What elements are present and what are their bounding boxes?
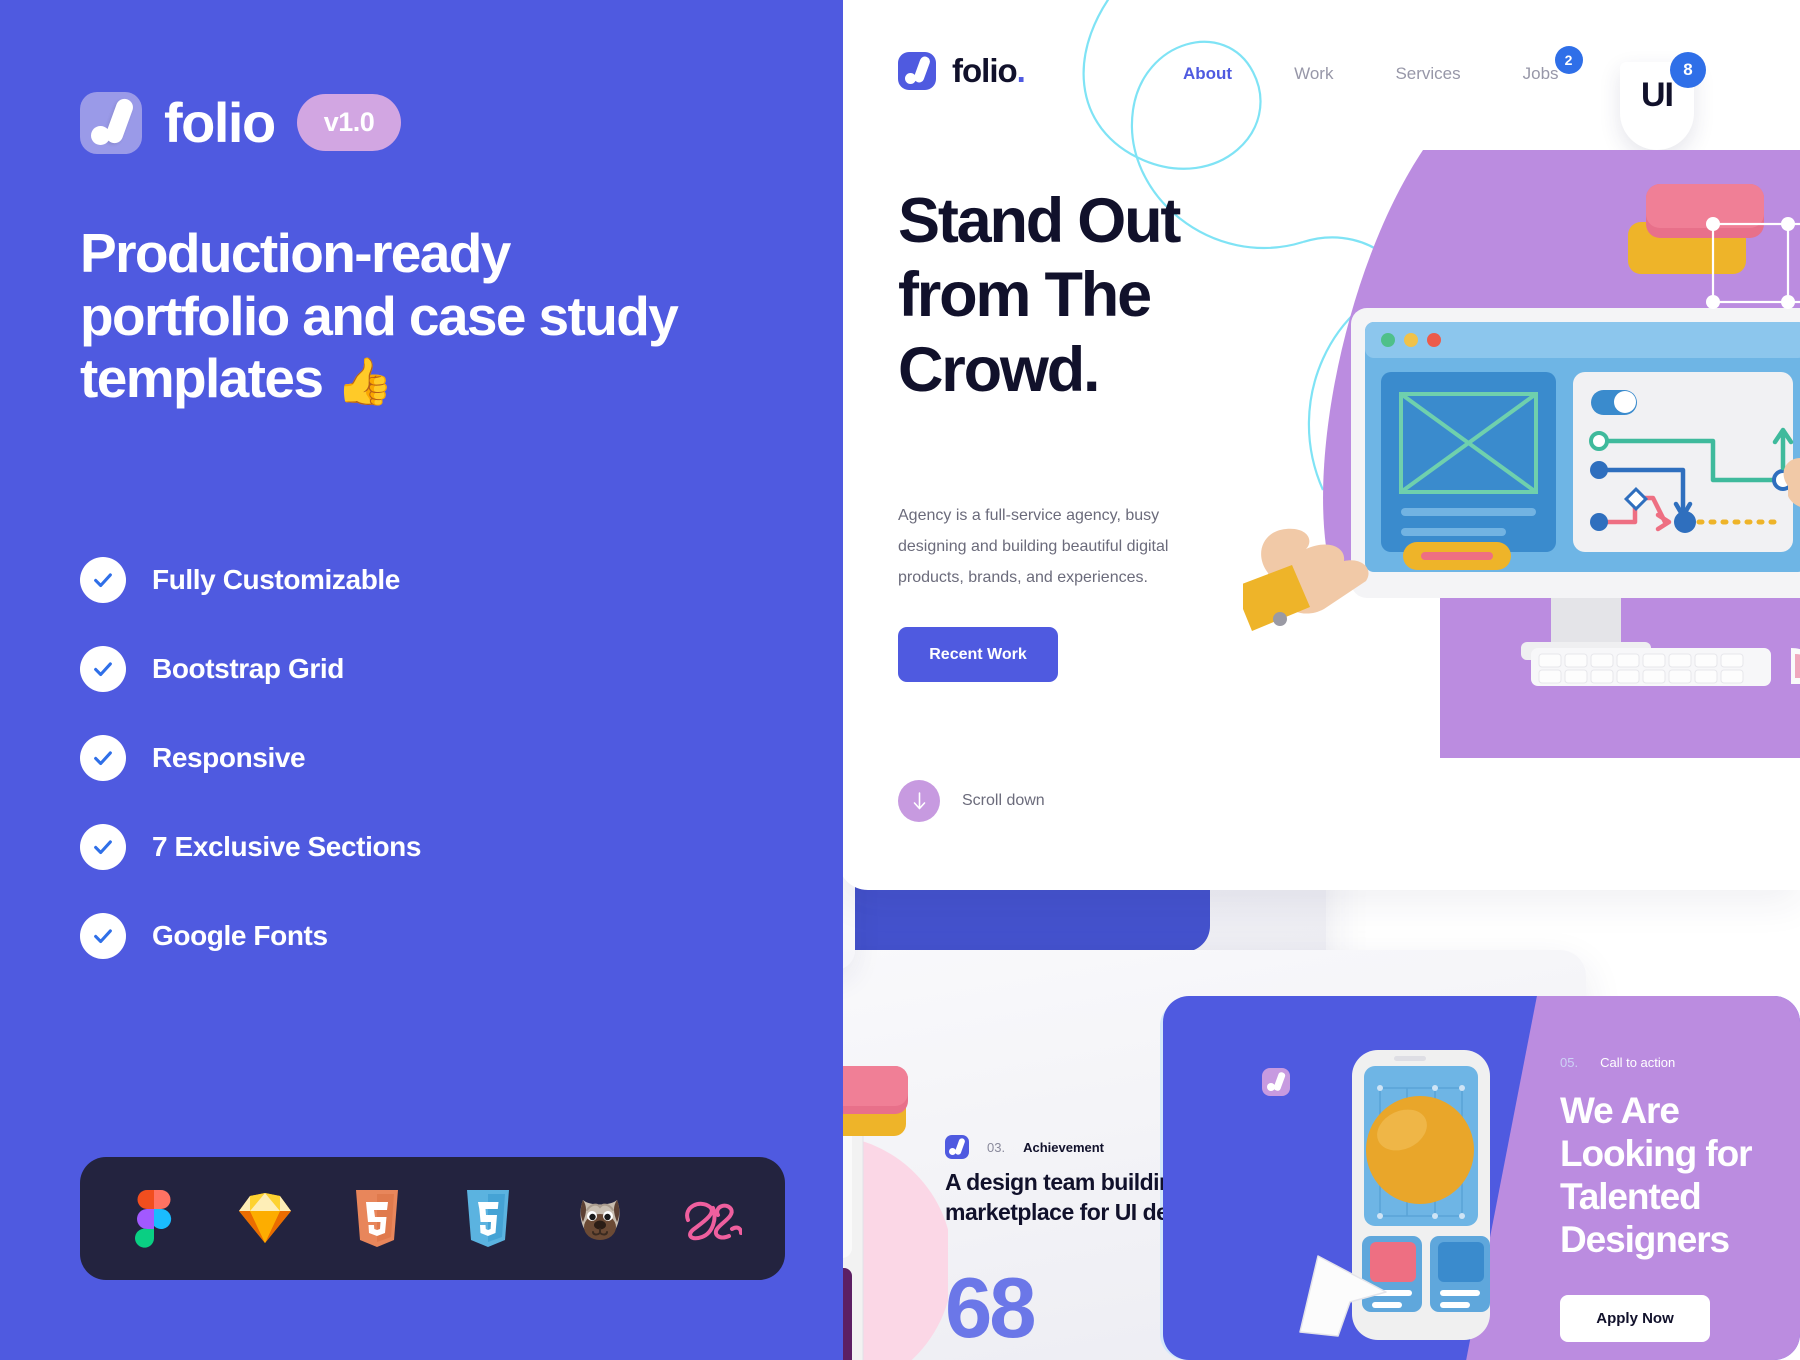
desktop-3d-illustration — [1243, 150, 1800, 686]
section-name: Achievement — [1023, 1139, 1104, 1155]
nav-item-services[interactable]: Services — [1395, 64, 1460, 84]
feature-label: 7 Exclusive Sections — [152, 830, 422, 862]
folio-mark-icon — [1262, 1068, 1290, 1096]
brand-wordmark: folio. — [952, 52, 1026, 89]
hero-panel: folio. About Work Services Jobs 2 UI 8 S… — [838, 0, 1800, 890]
showcase-canvas: 02. What We Do We Ma Lead a Strategy — [0, 0, 1800, 1360]
section-number: 03. — [987, 1139, 1006, 1155]
sass-icon — [680, 1188, 743, 1250]
recent-work-button[interactable]: Recent Work — [898, 627, 1058, 682]
sketch-icon — [234, 1188, 296, 1250]
nav-link-label: Jobs — [1522, 64, 1559, 83]
nav-item-jobs[interactable]: Jobs 2 — [1522, 46, 1583, 84]
phone-cursor-illustration — [1299, 1050, 1490, 1340]
nav-item-work[interactable]: Work — [1294, 64, 1333, 84]
achievement-heading: A design team building a d marketplace f… — [945, 1168, 1175, 1228]
check-icon — [80, 556, 126, 603]
ui-shield-label: UI — [1641, 76, 1674, 114]
feature-label: Responsive — [152, 741, 306, 773]
promo-wordmark: folio — [164, 91, 276, 154]
figma-icon — [123, 1188, 185, 1250]
feature-label: Bootstrap Grid — [152, 652, 344, 684]
feature-list: Fully Customizable Bootstrap Grid Respon… — [80, 535, 421, 980]
cta-heading: We Are Looking for Talented Designers — [1560, 1090, 1800, 1262]
feature-item: 7 Exclusive Sections — [80, 802, 421, 891]
check-icon — [80, 823, 126, 870]
heading-line: A design team building a d — [945, 1169, 1175, 1195]
check-icon — [80, 734, 126, 781]
feature-item: Google Fonts — [80, 891, 421, 980]
title-line: Crowd. — [898, 334, 1100, 405]
hero-title: Stand Out from The Crowd. — [898, 184, 1298, 407]
css3-icon — [457, 1188, 519, 1250]
feature-label: Fully Customizable — [152, 563, 400, 595]
heading-line: marketplace for UI designe — [945, 1198, 1175, 1225]
pug-icon — [569, 1188, 631, 1250]
tech-stack-toolbar — [80, 1157, 785, 1280]
hero-description: Agency is a full-service agency, busy de… — [898, 507, 1169, 587]
hero-brand[interactable]: folio. — [898, 52, 1026, 90]
heading-line: Looking for — [1560, 1132, 1752, 1174]
html5-icon — [346, 1188, 408, 1250]
ui-shield-button[interactable]: UI 8 — [1620, 52, 1706, 150]
feature-item: Responsive — [80, 713, 421, 802]
heading-line: Talented — [1560, 1175, 1702, 1217]
feature-item: Bootstrap Grid — [80, 624, 421, 713]
nav-link-label: About — [1183, 64, 1233, 83]
title-line: from The — [898, 260, 1152, 331]
ui-count-badge: 8 — [1670, 52, 1706, 88]
nav-item-about[interactable]: About — [1183, 64, 1232, 84]
achievement-stat: 68 — [945, 1261, 1037, 1356]
folio-logo-icon — [80, 91, 142, 154]
jobs-count-badge: 2 — [1554, 46, 1583, 74]
check-icon — [80, 645, 126, 692]
hero-nav: About Work Services Jobs 2 — [1183, 46, 1583, 84]
version-badge: v1.0 — [296, 94, 402, 151]
arrow-down-icon — [898, 780, 940, 822]
scroll-down-label: Scroll down — [962, 792, 1045, 809]
feature-label: Google Fonts — [152, 919, 328, 951]
nav-link-label: Work — [1294, 64, 1334, 83]
section-name: Call to action — [1600, 1055, 1676, 1070]
check-icon — [80, 912, 126, 959]
scroll-down-control[interactable]: Scroll down — [898, 780, 1045, 822]
achievement-label: 03. Achievement — [945, 1135, 1104, 1159]
folio-logo-icon — [898, 52, 936, 90]
nav-link-label: Services — [1395, 64, 1461, 83]
promo-headline: Production-ready portfolio and case stud… — [80, 222, 700, 410]
thumbs-up-icon: 👍 — [336, 355, 393, 408]
heading-line: Designers — [1560, 1218, 1730, 1260]
title-line: Stand Out — [898, 186, 1181, 256]
promo-panel: folio v1.0 Production-ready portfolio an… — [0, 0, 843, 1360]
heading-line: We Are — [1560, 1090, 1680, 1131]
feature-item: Fully Customizable — [80, 535, 421, 624]
folio-mark-icon — [945, 1135, 969, 1159]
promo-brand-row: folio v1.0 — [80, 90, 402, 155]
